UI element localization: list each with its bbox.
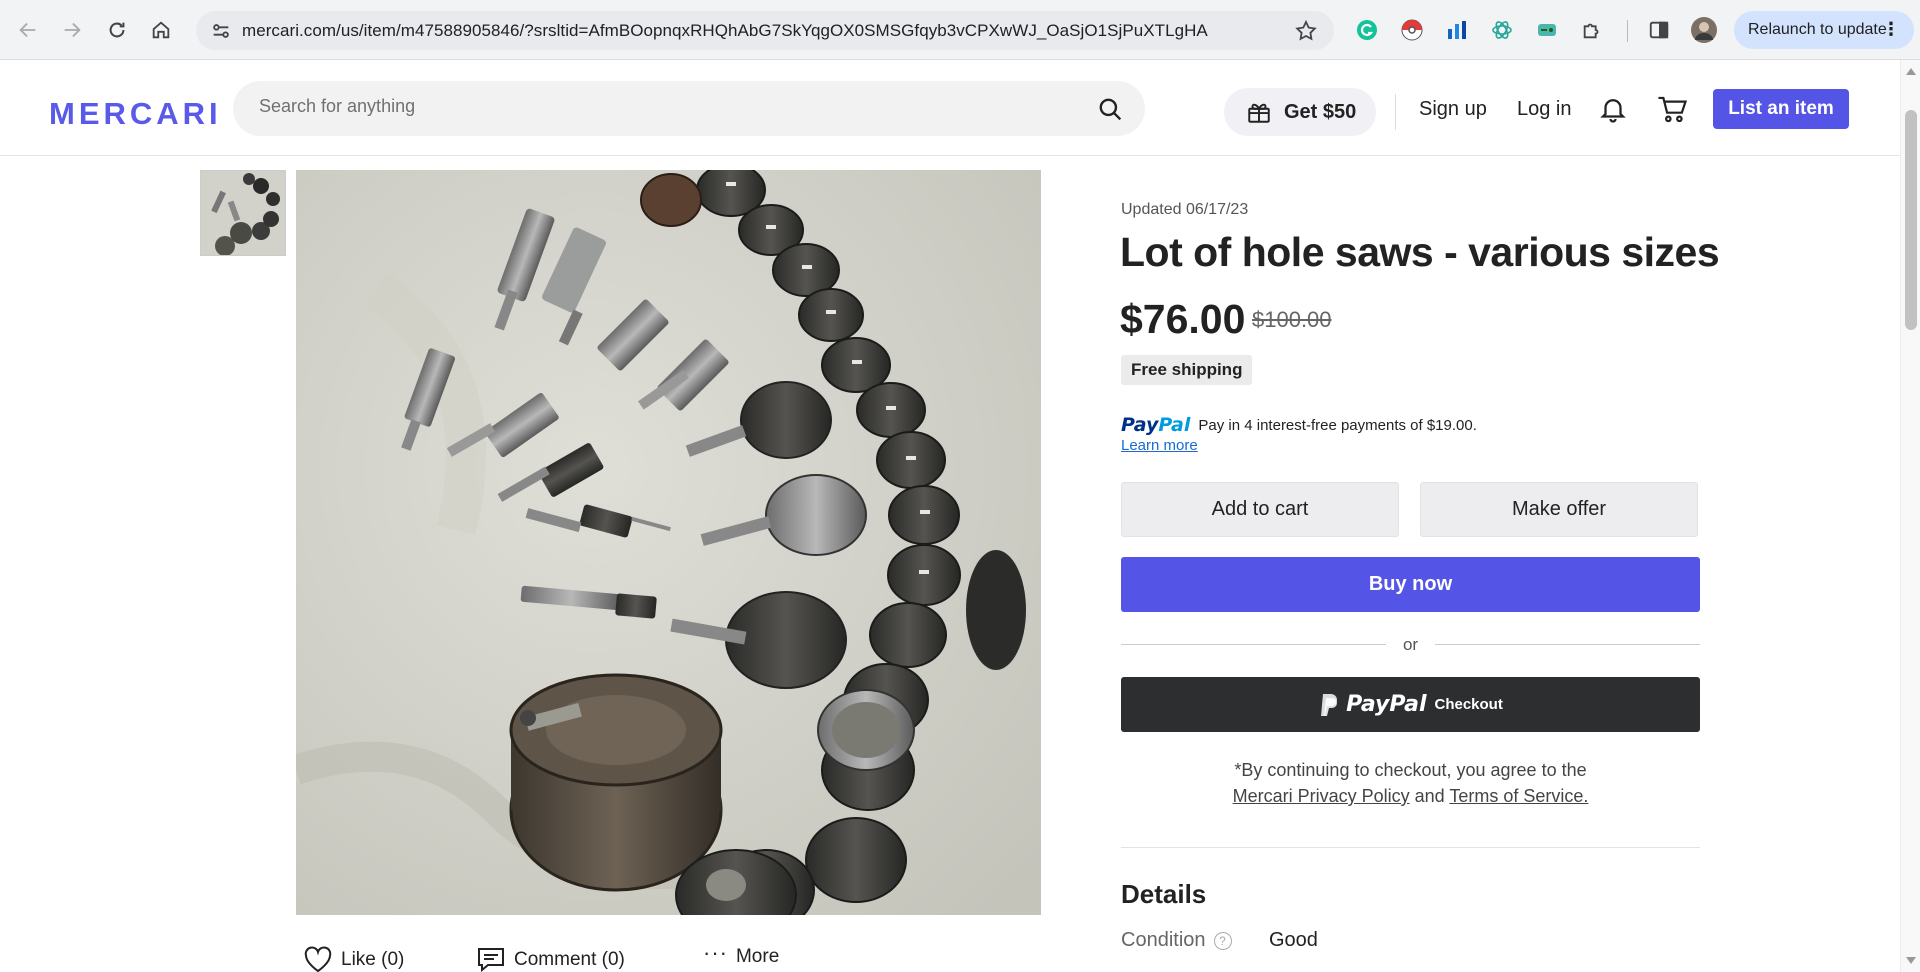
product-main-image[interactable]	[296, 170, 1041, 915]
get-50-label: Get $50	[1284, 100, 1357, 123]
game-extension-icon[interactable]	[1534, 17, 1560, 43]
site-header: MERCARI Get $50 Sign up Log in List an i…	[0, 60, 1900, 156]
bookmark-star-icon[interactable]	[1294, 19, 1318, 43]
legal-and: and	[1414, 786, 1445, 806]
or-label: or	[1402, 635, 1419, 654]
comment-icon	[478, 948, 504, 972]
bell-icon[interactable]	[1598, 94, 1628, 124]
relaunch-label: Relaunch to update	[1748, 21, 1887, 38]
scroll-up-arrow[interactable]	[1906, 68, 1916, 75]
or-line-right	[1435, 644, 1700, 645]
log-in-link[interactable]: Log in	[1517, 98, 1572, 121]
condition-label: Condition	[1121, 929, 1206, 951]
gift-icon	[1248, 103, 1270, 123]
grammarly-icon[interactable]	[1354, 17, 1380, 43]
paypal-logo-part-2: Pal	[1158, 414, 1191, 436]
url-text[interactable]: mercari.com/us/item/m47588905846/?srslti…	[242, 21, 1208, 41]
more-label: More	[735, 946, 780, 967]
comment-button[interactable]: Comment (0)	[476, 946, 625, 972]
installments-text: Pay in 4 interest-free payments of $19.0…	[1198, 416, 1477, 434]
buy-now-button[interactable]: Buy now	[1121, 557, 1700, 612]
details-divider	[1121, 847, 1700, 848]
legal-prefix: *By continuing to checkout, you agree to…	[1234, 760, 1587, 780]
paypal-checkout-brand: PayPal	[1346, 692, 1427, 717]
relaunch-button[interactable]: Relaunch to update ⋮	[1734, 11, 1914, 49]
reload-icon[interactable]	[101, 14, 133, 46]
scroll-down-arrow[interactable]	[1906, 957, 1916, 964]
like-label: Like (0)	[341, 949, 405, 970]
make-offer-button[interactable]: Make offer	[1420, 482, 1698, 537]
privacy-policy-link[interactable]: Mercari Privacy Policy	[1233, 786, 1410, 806]
checkout-legal-text: *By continuing to checkout, you agree to…	[1121, 757, 1700, 809]
more-button[interactable]: ··· More	[703, 940, 780, 968]
product-title: Lot of hole saws - various sizes	[1120, 229, 1720, 275]
details-heading: Details	[1121, 879, 1207, 909]
paypal-installments: PayPal Pay in 4 interest-free payments o…	[1121, 414, 1477, 436]
search-icon[interactable]	[1097, 96, 1123, 122]
paypal-logo-part-1: Pay	[1121, 414, 1159, 436]
paypal-logo: PayPal	[1121, 414, 1190, 436]
header-divider	[1395, 94, 1396, 130]
atom-extension-icon[interactable]	[1489, 17, 1515, 43]
mercari-logo[interactable]: MERCARI	[49, 96, 222, 132]
search-input[interactable]	[259, 96, 1059, 117]
more-dots-icon: ···	[703, 940, 728, 965]
paypal-p-icon	[1321, 693, 1338, 716]
condition-label-row: Condition ?	[1121, 929, 1232, 952]
current-price: $76.00	[1120, 296, 1246, 342]
help-question-icon[interactable]: ?	[1213, 931, 1232, 950]
get-50-promo-button[interactable]: Get $50	[1224, 88, 1376, 136]
paypal-checkout-label: Checkout	[1434, 696, 1503, 713]
side-panel-icon[interactable]	[1646, 17, 1672, 43]
terms-of-service-link[interactable]: Terms of Service.	[1449, 786, 1588, 806]
pokeball-icon[interactable]	[1399, 17, 1425, 43]
home-icon[interactable]	[145, 14, 177, 46]
or-divider: or	[1121, 634, 1700, 654]
add-to-cart-button[interactable]: Add to cart	[1121, 482, 1399, 537]
address-bar[interactable]: mercari.com/us/item/m47588905846/?srslti…	[196, 11, 1334, 50]
profile-avatar[interactable]	[1691, 17, 1717, 43]
search-bar[interactable]	[233, 81, 1145, 136]
back-arrow-icon[interactable]	[12, 14, 44, 46]
comment-label: Comment (0)	[514, 949, 625, 970]
menu-dots-icon[interactable]: ⋮	[1882, 20, 1900, 38]
page-scrollbar[interactable]	[1900, 60, 1920, 972]
list-an-item-button[interactable]: List an item	[1713, 89, 1849, 129]
sign-up-link[interactable]: Sign up	[1419, 98, 1487, 121]
site-info-icon[interactable]	[210, 20, 232, 42]
original-price: $100.00	[1252, 307, 1332, 332]
cart-icon[interactable]	[1656, 94, 1688, 124]
like-button[interactable]: Like (0)	[303, 946, 404, 972]
forward-arrow-icon[interactable]	[56, 14, 88, 46]
chart-extension-icon[interactable]	[1444, 17, 1470, 43]
paypal-checkout-button[interactable]: PayPal Checkout	[1121, 677, 1700, 732]
product-thumbnail[interactable]	[200, 170, 286, 256]
toolbar-divider	[1627, 20, 1628, 42]
heart-icon	[304, 946, 332, 972]
updated-date: Updated 06/17/23	[1121, 201, 1249, 218]
scrollbar-thumb[interactable]	[1905, 110, 1917, 330]
learn-more-link[interactable]: Learn more	[1121, 437, 1198, 454]
condition-value: Good	[1269, 929, 1318, 951]
puzzle-extensions-icon[interactable]	[1579, 17, 1605, 43]
free-shipping-badge: Free shipping	[1121, 355, 1253, 385]
browser-toolbar: mercari.com/us/item/m47588905846/?srslti…	[0, 0, 1920, 60]
